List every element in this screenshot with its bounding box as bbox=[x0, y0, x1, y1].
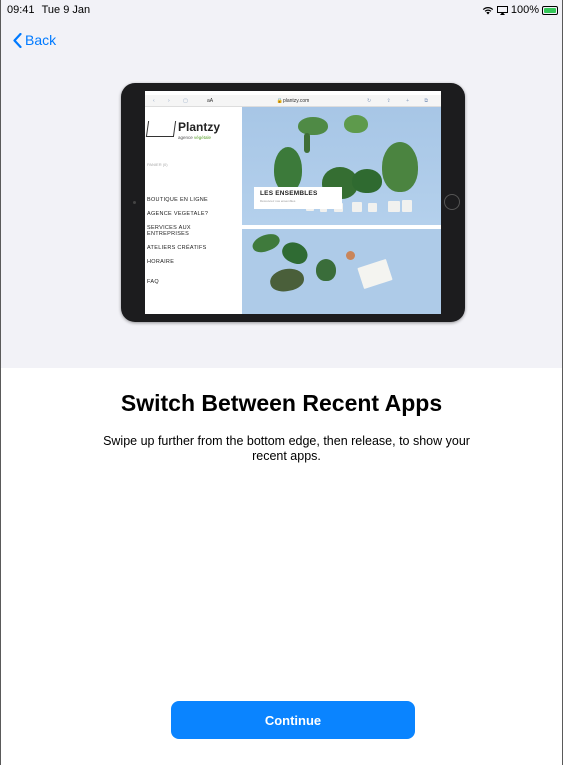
battery-icon bbox=[542, 5, 558, 15]
logo-pot-icon bbox=[145, 121, 177, 137]
page-title: Switch Between Recent Apps bbox=[120, 390, 443, 416]
url-domain: plantzy.com bbox=[282, 98, 310, 104]
menu-item: SERVICES AUX ENTREPRISES bbox=[147, 225, 191, 237]
chevron-left-icon bbox=[13, 32, 22, 48]
continue-button[interactable]: Continue bbox=[171, 701, 415, 739]
status-time-date: 09:41 Tue 9 Jan bbox=[7, 4, 90, 16]
collections-card: LES ENSEMBLES Découvrez nos ensembles bbox=[254, 187, 342, 209]
site-menu: BOUTIQUE EN LIGNE AGENCE VEGETALE? SERVI… bbox=[147, 197, 217, 293]
site-logo: Plantzy bbox=[178, 120, 221, 134]
menu-item: AGENCE VEGETALE? bbox=[147, 211, 209, 217]
battery-percentage: 100% bbox=[510, 4, 539, 16]
menu-item: HORAIRE bbox=[147, 259, 175, 265]
plants-photo: LES ENSEMBLES Découvrez nos ensembles bbox=[242, 107, 441, 225]
screen-url-bar: ‹ › ▢ aA 🔒plantzy.com ↻ ⇪ + ⧉ bbox=[145, 95, 441, 107]
menu-item: FAQ bbox=[147, 279, 159, 285]
status-indicators: 100% bbox=[482, 4, 558, 16]
wifi-icon bbox=[482, 6, 494, 14]
page-description: Swipe up further from the bottom edge, t… bbox=[103, 434, 470, 463]
browser-action-icons: ↻ ⇪ + ⧉ bbox=[366, 98, 435, 104]
back-label: Back bbox=[25, 32, 57, 48]
status-time: 09:41 bbox=[7, 4, 35, 16]
menu-item: BOUTIQUE EN LIGNE bbox=[147, 197, 209, 203]
illustration-area: Back ‹ › ▢ aA 🔒plantzy.com ↻ ⇪ + ⧉ Plant… bbox=[1, 22, 562, 368]
status-bar: 09:41 Tue 9 Jan 100% bbox=[1, 0, 562, 22]
ipad-illustration: ‹ › ▢ aA 🔒plantzy.com ↻ ⇪ + ⧉ Plantzy ag… bbox=[121, 83, 465, 322]
card-title: LES ENSEMBLES bbox=[260, 190, 318, 197]
menu-item: ATELIERS CRÉATIFS bbox=[147, 245, 207, 251]
camera-dot bbox=[133, 201, 136, 204]
cart-text: PANIER (0) bbox=[147, 162, 168, 167]
site-sidebar: Plantzy agence végétale PANIER (0) BOUTI… bbox=[145, 107, 242, 314]
site-tagline: agence végétale bbox=[178, 135, 211, 140]
tagline-prefix: agence bbox=[178, 135, 193, 140]
tagline-highlight: végétale bbox=[194, 135, 212, 140]
status-date: Tue 9 Jan bbox=[41, 4, 91, 16]
screen-mirroring-icon bbox=[496, 5, 508, 15]
ipad-screen: ‹ › ▢ aA 🔒plantzy.com ↻ ⇪ + ⧉ Plantzy ag… bbox=[145, 91, 441, 314]
home-button bbox=[444, 194, 460, 210]
back-button[interactable]: Back bbox=[13, 32, 56, 48]
leaves-photo bbox=[242, 229, 441, 314]
card-subtitle: Découvrez nos ensembles bbox=[260, 199, 296, 203]
app-frame: 09:41 Tue 9 Jan 100% Back ‹ › ▢ aA 🔒plan… bbox=[0, 0, 563, 765]
site-main-images: LES ENSEMBLES Découvrez nos ensembles bbox=[242, 107, 441, 314]
